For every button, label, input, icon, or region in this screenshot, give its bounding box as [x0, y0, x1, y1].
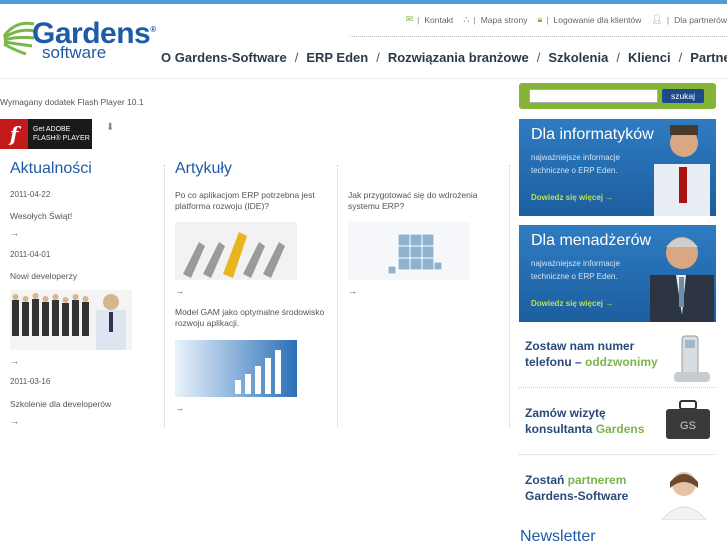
main-nav: O Gardens-Software / ERP Eden / Rozwiązani…: [161, 50, 727, 65]
nav-partnerzy[interactable]: Partnerzy: [690, 50, 727, 65]
column-divider: [509, 165, 510, 427]
person-icon: 👤︎: [651, 14, 663, 24]
briefcase-badge: GS: [680, 420, 696, 432]
news-link[interactable]: Szkolenie dla developerów: [10, 399, 111, 410]
lock-icon: 🔒︎: [537, 14, 543, 24]
search-button[interactable]: szukaj: [662, 89, 704, 103]
promo-desc: najważniejsze informacje: [531, 153, 620, 162]
utilnav-label: Logowanie dla klientów: [553, 14, 642, 25]
partner-woman-photo: [661, 472, 707, 520]
divider: [0, 78, 727, 79]
growth-chart-image: [175, 340, 297, 397]
arrow-icon[interactable]: →: [348, 286, 357, 296]
ad-line: Zamów wizytę: [525, 406, 606, 420]
arrow-icon[interactable]: →: [175, 286, 184, 296]
utility-nav: ✉ | Kontakt ⛬ | Mapa strony 🔒︎ | Logowanie dla…: [396, 14, 727, 25]
search-box: szukaj: [519, 83, 716, 109]
column-divider: [164, 165, 165, 427]
promo-title: Dla informatyków: [531, 126, 654, 143]
manager-person-photo: [650, 237, 714, 322]
ad-line: Zostaw nam numer: [525, 339, 635, 353]
utilnav-label: Kontakt: [424, 14, 454, 25]
ad-line: oddzwonimy: [585, 355, 658, 369]
ad-line: Zostań: [525, 473, 568, 487]
nav-szkolenia[interactable]: Szkolenia: [548, 50, 608, 65]
arrow-icon[interactable]: →: [10, 356, 19, 366]
arrow-icon[interactable]: →: [10, 228, 19, 238]
ad-partner[interactable]: Zostań partnerem Gardens-Software: [519, 460, 716, 520]
utilnav-kontakt[interactable]: ✉ | Kontakt: [406, 14, 454, 25]
ad-line: Gardens: [595, 422, 645, 436]
utilnav-mapa[interactable]: ⛬ | Mapa strony: [463, 14, 527, 25]
promo-more-link[interactable]: Dowiedz się więcej →: [531, 193, 613, 202]
ad-line: Gardens-Software: [525, 489, 629, 503]
article-link[interactable]: Jak przygotować się do wdrożenia systemu…: [348, 190, 498, 212]
news-link[interactable]: Nowi developerzy: [10, 271, 77, 282]
sitemap-icon: ⛬: [463, 14, 470, 24]
ad-line: konsultanta: [525, 422, 596, 436]
promo-menadzerowie[interactable]: Dla menadżerów najważniejsze informacje t…: [519, 225, 716, 322]
top-accent-bar: [0, 0, 727, 4]
nav-rozwiazania[interactable]: Rozwiązania branżowe: [388, 50, 529, 65]
news-date: 2011-04-22: [10, 190, 51, 199]
phone-icon: [674, 335, 710, 382]
articles-heading: Artykuły: [175, 160, 232, 177]
news-date: 2011-04-01: [10, 250, 51, 259]
flash-player: FLASH® PLAYER: [33, 135, 90, 142]
nav-erp-eden[interactable]: ERP Eden: [306, 50, 368, 65]
ad-line: partnerem: [567, 473, 627, 487]
promo-more-link[interactable]: Dowiedz się więcej →: [531, 299, 613, 308]
arrows-image: [175, 222, 297, 280]
promo-informatycy[interactable]: Dla informatyków najważniejsze informacj…: [519, 119, 716, 216]
ad-callback[interactable]: Zostaw nam numer telefonu – oddzwonimy: [519, 326, 716, 388]
article-link[interactable]: Model GAM jako optymalne środowisko rozw…: [175, 307, 325, 329]
article-link[interactable]: Po co aplikacjom ERP potrzebna jest plat…: [175, 190, 330, 212]
news-date: 2011-03-16: [10, 377, 51, 386]
ad-line: telefonu –: [525, 355, 586, 369]
utilnav-partnerzy[interactable]: 👤︎ | Dla partnerów: [651, 14, 727, 25]
download-arrow-icon: ⬇: [106, 122, 115, 133]
nav-o-gardens[interactable]: O Gardens-Software: [161, 50, 287, 65]
nav-klienci[interactable]: Klienci: [628, 50, 671, 65]
utilnav-logowanie[interactable]: 🔒︎ | Logowanie dla klientów: [538, 14, 642, 25]
newsletter-heading: Newsletter: [520, 528, 596, 545]
news-heading: Aktualności: [10, 160, 92, 177]
cubes-image: [348, 222, 470, 280]
arrow-icon[interactable]: →: [175, 403, 184, 413]
flash-get: Get ADOBE: [33, 126, 71, 133]
news-link[interactable]: Wesołych Świąt!: [10, 211, 72, 222]
get-flash-button[interactable]: f Get ADOBE FLASH® PLAYER: [0, 119, 92, 149]
gardens-logo[interactable]: Gardens® software: [2, 14, 156, 66]
utilnav-label: Dla partnerów: [674, 14, 727, 25]
promo-desc: techniczne o ERP Eden.: [531, 272, 618, 281]
promo-title: Dla menadżerów: [531, 232, 652, 249]
search-input[interactable]: [529, 89, 658, 103]
column-divider: [337, 165, 338, 427]
developers-photo: [10, 290, 132, 350]
it-person-photo: [654, 125, 710, 216]
flash-message: Wymagany dodatek Flash Player 10.1: [0, 97, 144, 107]
divider: [350, 36, 727, 37]
ad-consultant[interactable]: Zamów wizytę konsultanta Gardens GS: [519, 393, 716, 455]
logo-reg: ®: [150, 25, 156, 34]
utilnav-label: Mapa strony: [480, 14, 528, 25]
articles-column: Artykuły Po co aplikacjom ERP potrzebna …: [175, 160, 505, 413]
promo-desc: najważniejsze informacje: [531, 259, 620, 268]
promo-desc: techniczne o ERP Eden.: [531, 166, 618, 175]
arrow-icon[interactable]: →: [10, 416, 19, 426]
logo-leaf-icon: [2, 21, 35, 56]
news-column: Aktualności 2011-04-22 Wesołych Świąt! →…: [10, 160, 160, 426]
mail-icon: ✉: [405, 14, 414, 24]
logo-sub: software: [42, 43, 107, 62]
briefcase-icon: GS: [666, 400, 710, 439]
flash-logo-icon: f: [0, 119, 28, 149]
